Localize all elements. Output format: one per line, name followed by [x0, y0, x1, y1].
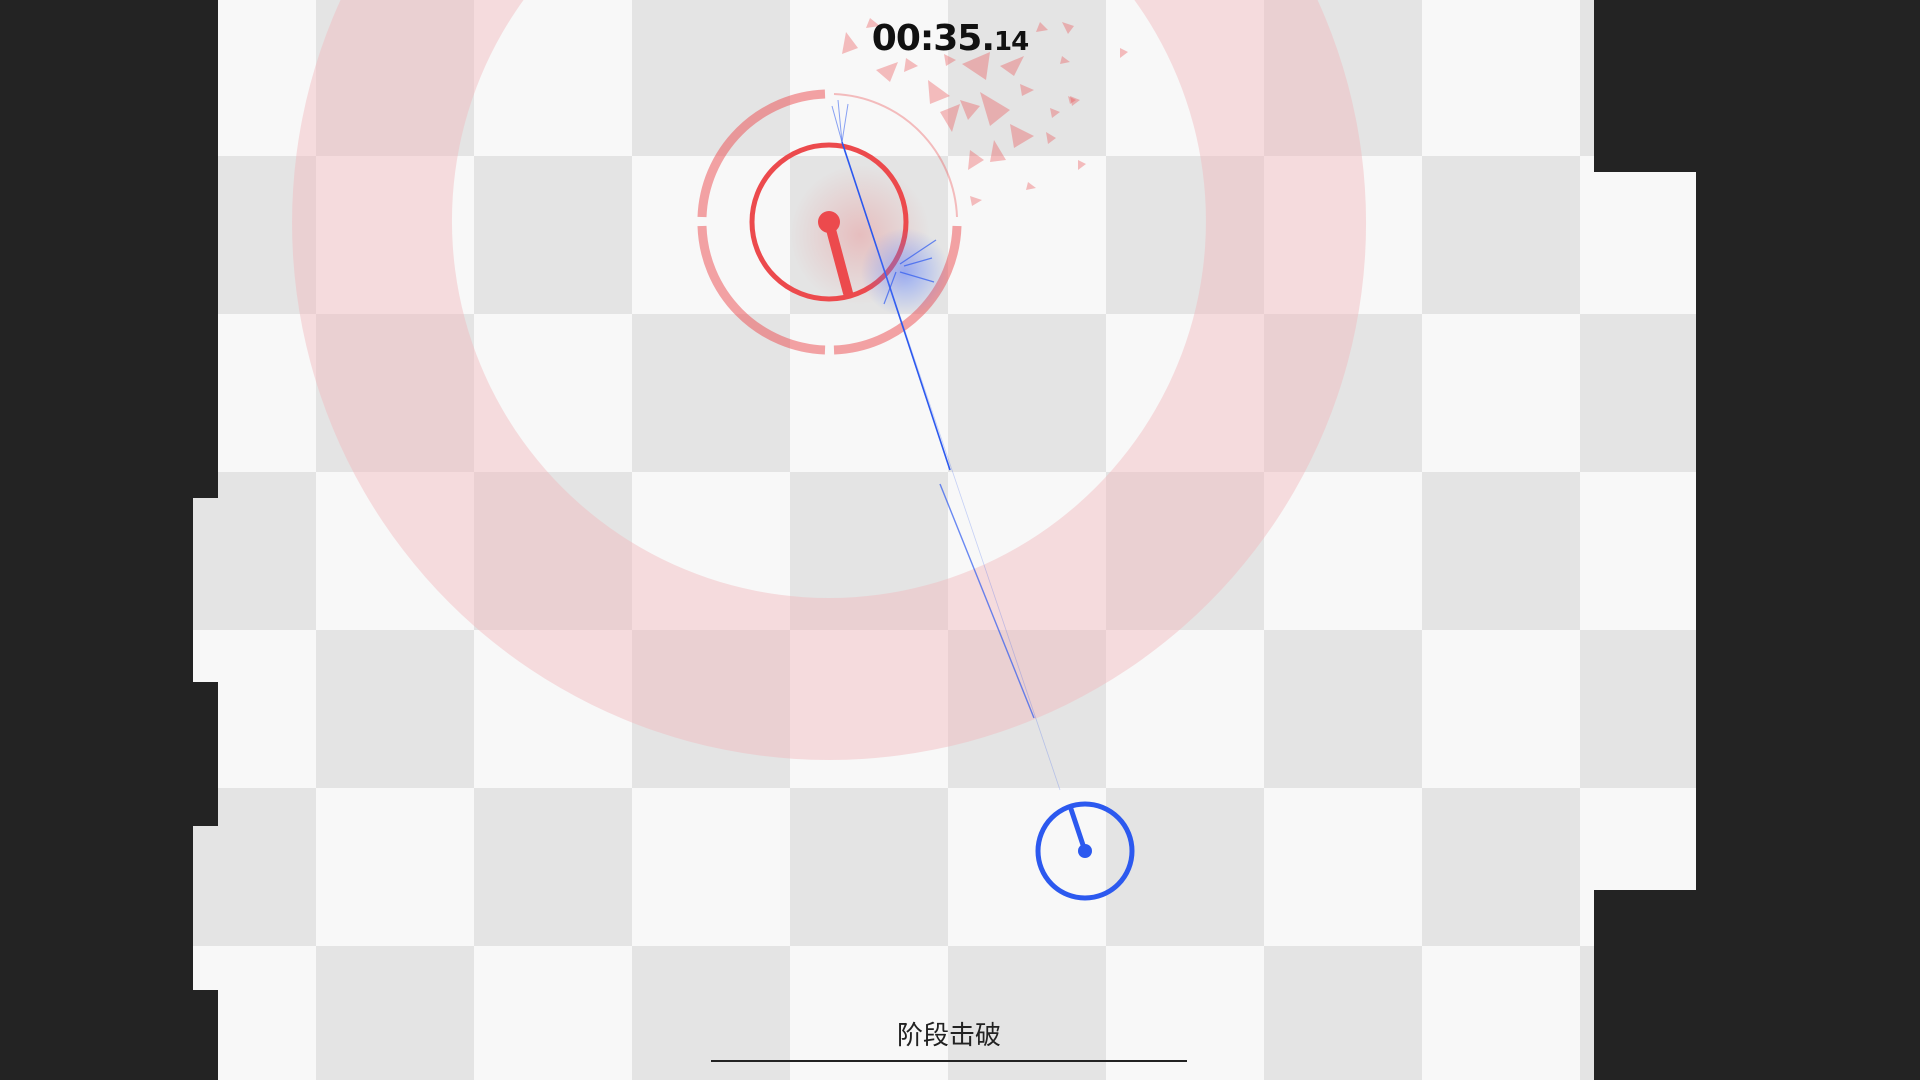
match-timer: 00:35.14 [840, 18, 1060, 59]
player-pivot [1078, 844, 1092, 858]
game-arena[interactable] [0, 0, 1920, 1080]
banner-underline [711, 1060, 1187, 1062]
stage-clear-text: 阶段击破 [896, 1021, 1001, 1051]
timer-main: 00:35. [871, 18, 995, 59]
enemy-pivot [818, 211, 840, 233]
impact-spark [861, 228, 949, 316]
stage-clear-banner: 阶段击破 [711, 1015, 1187, 1062]
timer-centiseconds: 14 [994, 27, 1029, 57]
